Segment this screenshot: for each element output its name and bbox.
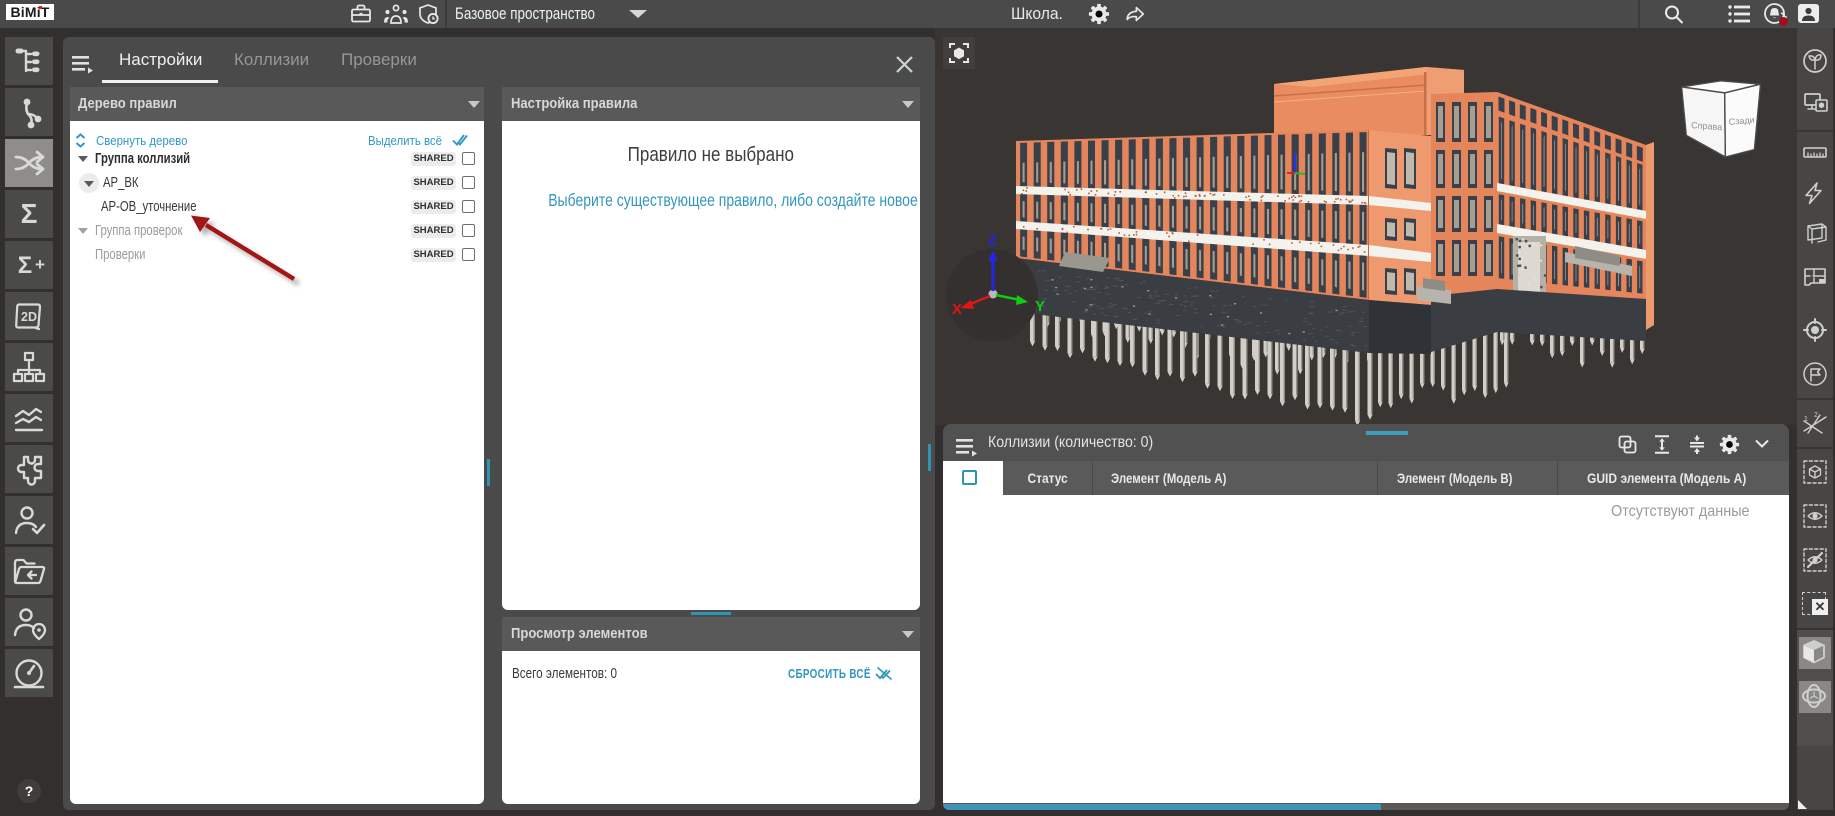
svg-text:2D: 2D: [21, 310, 37, 324]
svg-text:Z: Z: [988, 232, 997, 249]
svg-text:+: +: [35, 255, 45, 274]
svg-text:X: X: [952, 301, 962, 318]
svg-text:Σ: Σ: [21, 198, 38, 229]
svg-text:Y: Y: [1035, 298, 1045, 315]
svg-text:1: 1: [1804, 416, 1808, 423]
svg-text:Σ: Σ: [18, 252, 32, 279]
svg-text:2: 2: [1814, 412, 1818, 419]
